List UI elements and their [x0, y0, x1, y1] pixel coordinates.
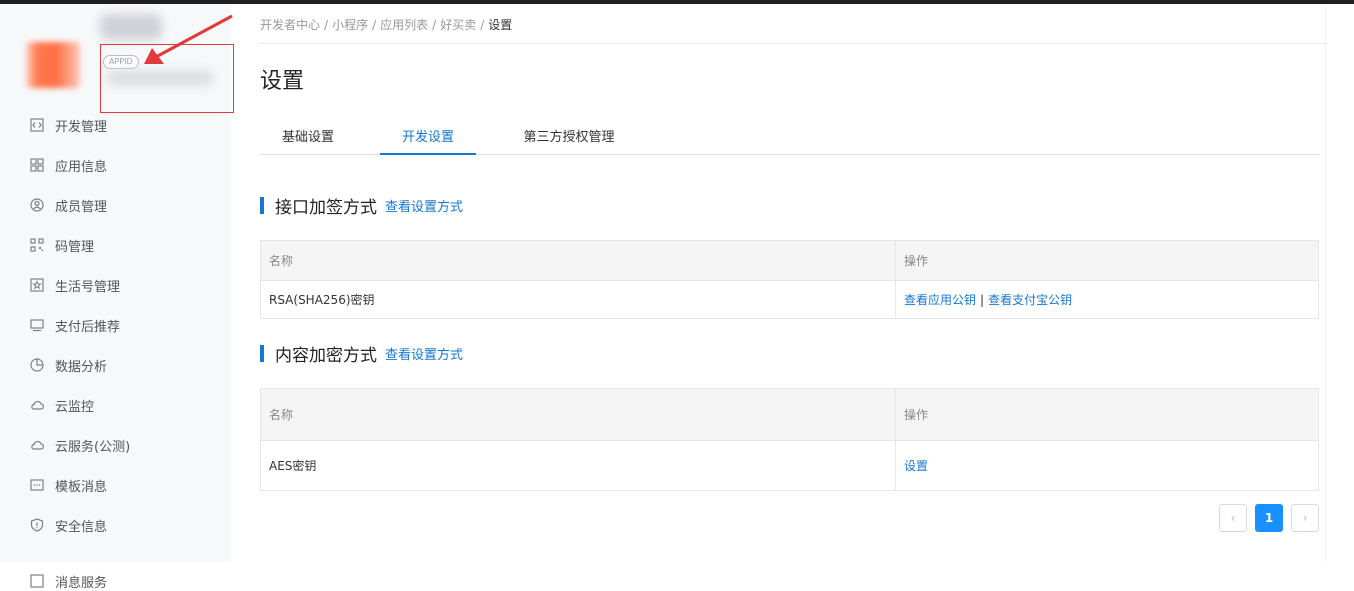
sidebar-menu: 开发管理 应用信息 成员管理 码管理 生活号管理 支付后推荐 数据分析 云监控 … — [0, 105, 231, 591]
breadcrumb: 开发者中心 / 小程序 / 应用列表 / 好买卖 / 设置 — [260, 18, 513, 32]
column-header-action: 操作 — [904, 408, 929, 422]
sidebar-item-label: 数据分析 — [55, 359, 108, 375]
signing-table: 名称 操作 RSA(SHA256)密钥 查看应用公钥 | 查看支付宝公钥 — [260, 240, 1319, 319]
app-header: APPID — [0, 4, 234, 113]
column-header-action: 操作 — [904, 254, 929, 268]
tab-third-party-auth[interactable]: 第三方授权管理 — [500, 122, 638, 155]
sidebar-item-label: 消息服务 — [55, 575, 108, 591]
breadcrumb-divider — [260, 43, 1327, 44]
pagination: ‹ 1 › — [1219, 504, 1319, 532]
sidebar-item-label: 支付后推荐 — [55, 319, 121, 335]
code-icon — [30, 118, 44, 132]
tab-basic-settings[interactable]: 基础设置 — [260, 122, 356, 155]
key-name-cell: AES密钥 — [261, 441, 896, 490]
sidebar-item-label: 云监控 — [55, 399, 95, 415]
column-header-name: 名称 — [261, 389, 896, 440]
sidebar: APPID 开发管理 应用信息 成员管理 码管理 生活号管理 支付后推荐 数据分… — [0, 4, 234, 591]
star-icon — [30, 278, 44, 292]
breadcrumb-current: 设置 — [488, 18, 513, 32]
table-row: RSA(SHA256)密钥 查看应用公钥 | 查看支付宝公钥 — [261, 280, 1318, 318]
sidebar-item-template-message[interactable]: 模板消息 — [0, 465, 231, 505]
monitor-icon — [30, 318, 44, 332]
cloud-icon — [30, 398, 44, 412]
set-aes-key-link[interactable]: 设置 — [904, 457, 928, 474]
column-header-name: 名称 — [261, 241, 896, 280]
sidebar-item-security-info[interactable]: 安全信息 — [0, 505, 231, 545]
bell-icon — [30, 574, 44, 588]
encryption-view-settings-link[interactable]: 查看设置方式 — [385, 344, 463, 363]
pie-icon — [30, 358, 44, 372]
grid-icon — [30, 158, 44, 172]
sidebar-item-cloud-monitor[interactable]: 云监控 — [0, 385, 231, 425]
sidebar-item-message-service[interactable]: 消息服务 — [0, 545, 231, 591]
sidebar-item-post-pay-recommend[interactable]: 支付后推荐 — [0, 305, 231, 345]
table-header-row: 名称 操作 — [261, 389, 1318, 440]
shield-icon — [30, 518, 44, 532]
annotation-arrow-icon — [144, 14, 233, 64]
sidebar-item-label: 模板消息 — [55, 479, 108, 495]
sidebar-item-label: 成员管理 — [55, 199, 108, 215]
tab-dev-settings[interactable]: 开发设置 — [380, 122, 476, 155]
prev-page-button[interactable]: ‹ — [1219, 504, 1247, 532]
page-title: 设置 — [260, 69, 305, 94]
app-avatar — [26, 42, 80, 88]
sidebar-item-label: 码管理 — [55, 239, 95, 255]
sidebar-item-label: 生活号管理 — [55, 279, 121, 295]
key-name-cell: RSA(SHA256)密钥 — [261, 281, 896, 318]
section-encryption-heading: 内容加密方式 — [275, 345, 377, 366]
right-scroll-rail — [1325, 4, 1326, 562]
page-1-button[interactable]: 1 — [1255, 504, 1283, 532]
sidebar-item-cloud-service[interactable]: 云服务(公测) — [0, 425, 231, 465]
action-separator: | — [980, 292, 985, 307]
action-cell: 查看应用公钥 | 查看支付宝公钥 — [896, 281, 1318, 318]
sidebar-item-label: 开发管理 — [55, 119, 108, 135]
signing-view-settings-link[interactable]: 查看设置方式 — [385, 196, 463, 215]
section-signing-heading: 接口加签方式 — [275, 197, 377, 218]
section-signing-title: 接口加签方式 查看设置方式 — [260, 195, 463, 218]
cloud-icon — [30, 438, 44, 452]
qrcode-icon — [30, 238, 44, 252]
breadcrumb-dev-center[interactable]: 开发者中心 — [260, 18, 320, 32]
user-icon — [30, 198, 44, 212]
table-row: AES密钥 设置 — [261, 440, 1318, 490]
sidebar-item-members[interactable]: 成员管理 — [0, 185, 231, 225]
view-alipay-public-key-link[interactable]: 查看支付宝公钥 — [988, 291, 1072, 308]
settings-tabs: 基础设置 开发设置 第三方授权管理 — [260, 122, 1320, 155]
section-accent-bar — [260, 344, 264, 362]
breadcrumb-app-list[interactable]: 应用列表 — [380, 18, 428, 32]
sidebar-item-data-analysis[interactable]: 数据分析 — [0, 345, 231, 385]
sidebar-item-label: 云服务(公测) — [55, 439, 131, 455]
sidebar-item-label: 安全信息 — [55, 519, 108, 535]
view-app-public-key-link[interactable]: 查看应用公钥 — [904, 291, 976, 308]
sidebar-item-label: 应用信息 — [55, 159, 108, 175]
sidebar-item-life-account[interactable]: 生活号管理 — [0, 265, 231, 305]
sidebar-item-dev-management[interactable]: 开发管理 — [0, 105, 231, 145]
encryption-table: 名称 操作 AES密钥 设置 — [260, 388, 1319, 491]
sidebar-item-app-info[interactable]: 应用信息 — [0, 145, 231, 185]
message-icon — [30, 478, 44, 492]
action-cell: 设置 — [896, 441, 1318, 490]
sidebar-item-code-management[interactable]: 码管理 — [0, 225, 231, 265]
next-page-button[interactable]: › — [1291, 504, 1319, 532]
table-header-row: 名称 操作 — [261, 241, 1318, 280]
section-accent-bar — [260, 196, 264, 214]
section-encryption-title: 内容加密方式 查看设置方式 — [260, 343, 463, 366]
breadcrumb-mini-program[interactable]: 小程序 — [332, 18, 368, 32]
breadcrumb-app-name[interactable]: 好买卖 — [440, 18, 476, 32]
